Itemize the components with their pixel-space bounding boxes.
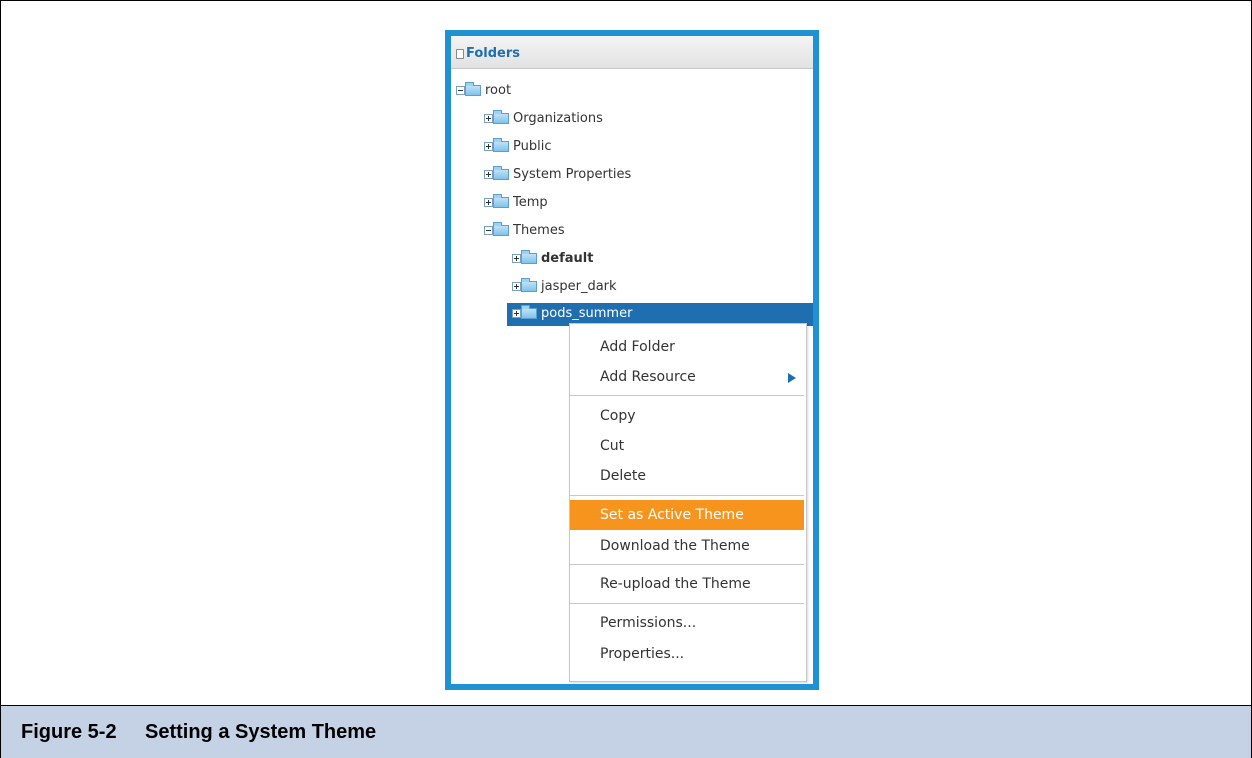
menu-item-label: Cut	[600, 438, 625, 454]
menu-separator	[570, 564, 804, 565]
caption-number: Figure 5-2	[21, 721, 117, 743]
folder-icon	[521, 305, 537, 319]
context-menu: Add Folder Add Resource Copy Cut Delete	[569, 323, 807, 682]
menu-item-copy[interactable]: Copy	[570, 401, 804, 431]
panel-header: Folders	[451, 36, 813, 69]
menu-item-label: Add Resource	[600, 369, 696, 385]
folders-panel: Folders root Organizations Public System…	[451, 36, 813, 684]
submenu-arrow-icon	[788, 373, 796, 383]
tree-node-default[interactable]: default	[512, 248, 812, 270]
tree-node-label: jasper_dark	[541, 279, 617, 294]
figure-body: Folders root Organizations Public System…	[1, 1, 1251, 705]
expand-icon[interactable]	[512, 254, 521, 263]
folder-icon	[493, 222, 509, 236]
figure-caption: Figure 5-2 Setting a System Theme	[1, 705, 1251, 758]
expand-icon[interactable]	[512, 282, 521, 291]
menu-item-set-active-theme[interactable]: Set as Active Theme	[570, 500, 804, 530]
menu-item-add-folder[interactable]: Add Folder	[570, 332, 804, 362]
menu-item-label: Re-upload the Theme	[600, 576, 751, 592]
menu-separator	[570, 495, 804, 496]
folder-icon	[465, 82, 481, 96]
tree-node-label: Temp	[513, 195, 548, 210]
tree-node-root[interactable]: root	[456, 80, 813, 102]
folder-icon	[493, 194, 509, 208]
expand-icon[interactable]	[484, 114, 493, 123]
menu-item-label: Properties...	[600, 646, 685, 662]
menu-item-label: Copy	[600, 408, 636, 424]
expand-icon[interactable]	[484, 170, 493, 179]
tree-node-label: Public	[513, 139, 552, 154]
tree-node-label: Organizations	[513, 111, 603, 126]
menu-item-download-theme[interactable]: Download the Theme	[570, 531, 804, 561]
menu-item-properties[interactable]: Properties...	[570, 639, 804, 669]
folder-icon	[493, 166, 509, 180]
tree-node-label: root	[485, 83, 512, 98]
menu-item-cut[interactable]: Cut	[570, 431, 804, 461]
folder-icon	[521, 278, 537, 292]
caption-title: Setting a System Theme	[145, 721, 377, 743]
menu-item-label: Download the Theme	[600, 538, 750, 554]
tree-node-label: pods_summer	[541, 306, 633, 321]
menu-item-add-resource[interactable]: Add Resource	[570, 362, 804, 392]
expand-icon[interactable]	[484, 198, 493, 207]
folder-icon	[493, 110, 509, 124]
folder-icon	[493, 138, 509, 152]
menu-item-label: Add Folder	[600, 339, 675, 355]
menu-item-reupload-theme[interactable]: Re-upload the Theme	[570, 569, 804, 599]
tree-node-temp[interactable]: Temp	[484, 192, 813, 214]
expand-icon[interactable]	[484, 142, 493, 151]
figure-frame: Folders root Organizations Public System…	[0, 0, 1252, 758]
tree-node-label: default	[541, 251, 594, 266]
menu-item-delete[interactable]: Delete	[570, 461, 804, 491]
menu-item-label: Set as Active Theme	[600, 507, 744, 523]
tree-node-system-properties[interactable]: System Properties	[484, 164, 813, 186]
tree-node-public[interactable]: Public	[484, 136, 813, 158]
tree-node-organizations[interactable]: Organizations	[484, 108, 813, 130]
menu-item-label: Delete	[600, 468, 646, 484]
screenshot-border: Folders root Organizations Public System…	[445, 30, 819, 690]
tree-node-label: System Properties	[513, 167, 632, 182]
folder-icon	[521, 250, 537, 264]
menu-separator	[570, 395, 804, 396]
tree-node-jasper-dark[interactable]: jasper_dark	[512, 276, 812, 298]
panel-title: Folders	[466, 46, 521, 61]
menu-item-label: Permissions...	[600, 615, 697, 631]
collapse-icon[interactable]	[456, 86, 465, 95]
collapse-icon[interactable]	[456, 49, 464, 59]
tree-node-themes[interactable]: Themes	[484, 220, 813, 242]
collapse-icon[interactable]	[484, 226, 493, 235]
expand-icon[interactable]	[512, 309, 521, 318]
menu-separator	[570, 603, 804, 604]
menu-item-permissions[interactable]: Permissions...	[570, 608, 804, 638]
tree-node-label: Themes	[513, 223, 565, 238]
